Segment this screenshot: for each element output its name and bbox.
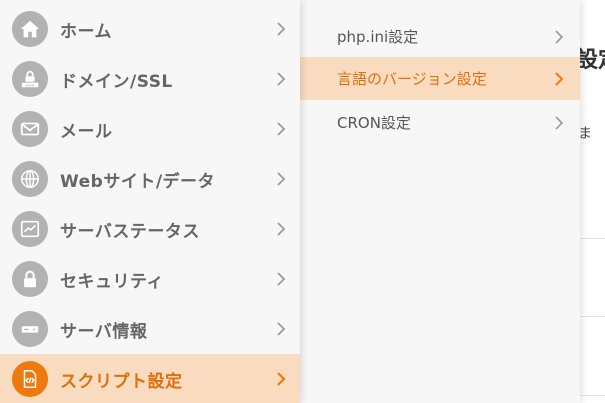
chevron-right-icon <box>274 120 288 138</box>
chart-icon <box>12 211 48 247</box>
menu-item-label: サーバ情報 <box>60 321 148 342</box>
divider <box>578 238 605 239</box>
menu-item-website-data[interactable]: Webサイト/データ <box>0 154 300 204</box>
chevron-right-icon <box>274 20 288 38</box>
menu-item-label: ドメイン/SSL <box>60 71 173 92</box>
lock-icon: www <box>12 61 48 97</box>
menu-item-script-settings[interactable]: スクリプト設定 <box>0 354 300 403</box>
submenu-item-cron[interactable]: CRON設定 <box>300 101 580 144</box>
menu-item-security[interactable]: セキュリティ <box>0 254 300 304</box>
submenu-item-php-ini[interactable]: php.ini設定 <box>300 15 580 58</box>
menu-item-server-info[interactable]: サーバ情報 <box>0 304 300 354</box>
submenu-item-language-version[interactable]: 言語のバージョン設定 <box>300 57 580 100</box>
menu-item-label: サーバステータス <box>60 221 200 242</box>
chevron-right-icon <box>553 29 565 45</box>
menu-item-domain-ssl[interactable]: www ドメイン/SSL <box>0 54 300 104</box>
chevron-right-icon <box>274 270 288 288</box>
submenu-panel: php.ini設定 言語のバージョン設定 CRON設定 <box>300 0 580 403</box>
submenu-item-label: CRON設定 <box>337 114 411 132</box>
menu-item-label: メール <box>60 121 113 142</box>
chevron-right-icon <box>553 115 565 131</box>
page-heading: 設定 <box>576 48 605 73</box>
padlock-icon <box>12 261 48 297</box>
chevron-right-icon <box>274 320 288 338</box>
chevron-right-icon <box>274 170 288 188</box>
code-file-icon <box>12 361 48 397</box>
submenu-item-label: 言語のバージョン設定 <box>337 70 487 88</box>
globe-icon <box>12 161 48 197</box>
menu-item-home[interactable]: ホーム <box>0 4 300 54</box>
menu-item-label: ホーム <box>60 21 112 42</box>
menu-item-label: スクリプト設定 <box>60 371 183 392</box>
chevron-right-icon <box>274 70 288 88</box>
page-text: ま <box>578 126 592 142</box>
chevron-right-icon <box>274 220 288 238</box>
submenu-item-label: php.ini設定 <box>337 28 419 46</box>
svg-text:www: www <box>26 84 35 88</box>
divider <box>578 395 605 396</box>
divider <box>578 316 605 317</box>
mail-icon <box>12 111 48 147</box>
chevron-right-icon <box>553 71 565 87</box>
chevron-right-icon <box>274 370 288 388</box>
home-icon <box>12 11 48 47</box>
server-icon <box>12 311 48 347</box>
menu-item-server-status[interactable]: サーバステータス <box>0 204 300 254</box>
menu-item-label: セキュリティ <box>60 271 164 292</box>
menu-item-label: Webサイト/データ <box>60 171 216 192</box>
menu-item-mail[interactable]: メール <box>0 104 300 154</box>
main-menu-panel: ホーム www ドメイン/SSL メール Webサイト/データ サーバステータス… <box>0 0 300 403</box>
